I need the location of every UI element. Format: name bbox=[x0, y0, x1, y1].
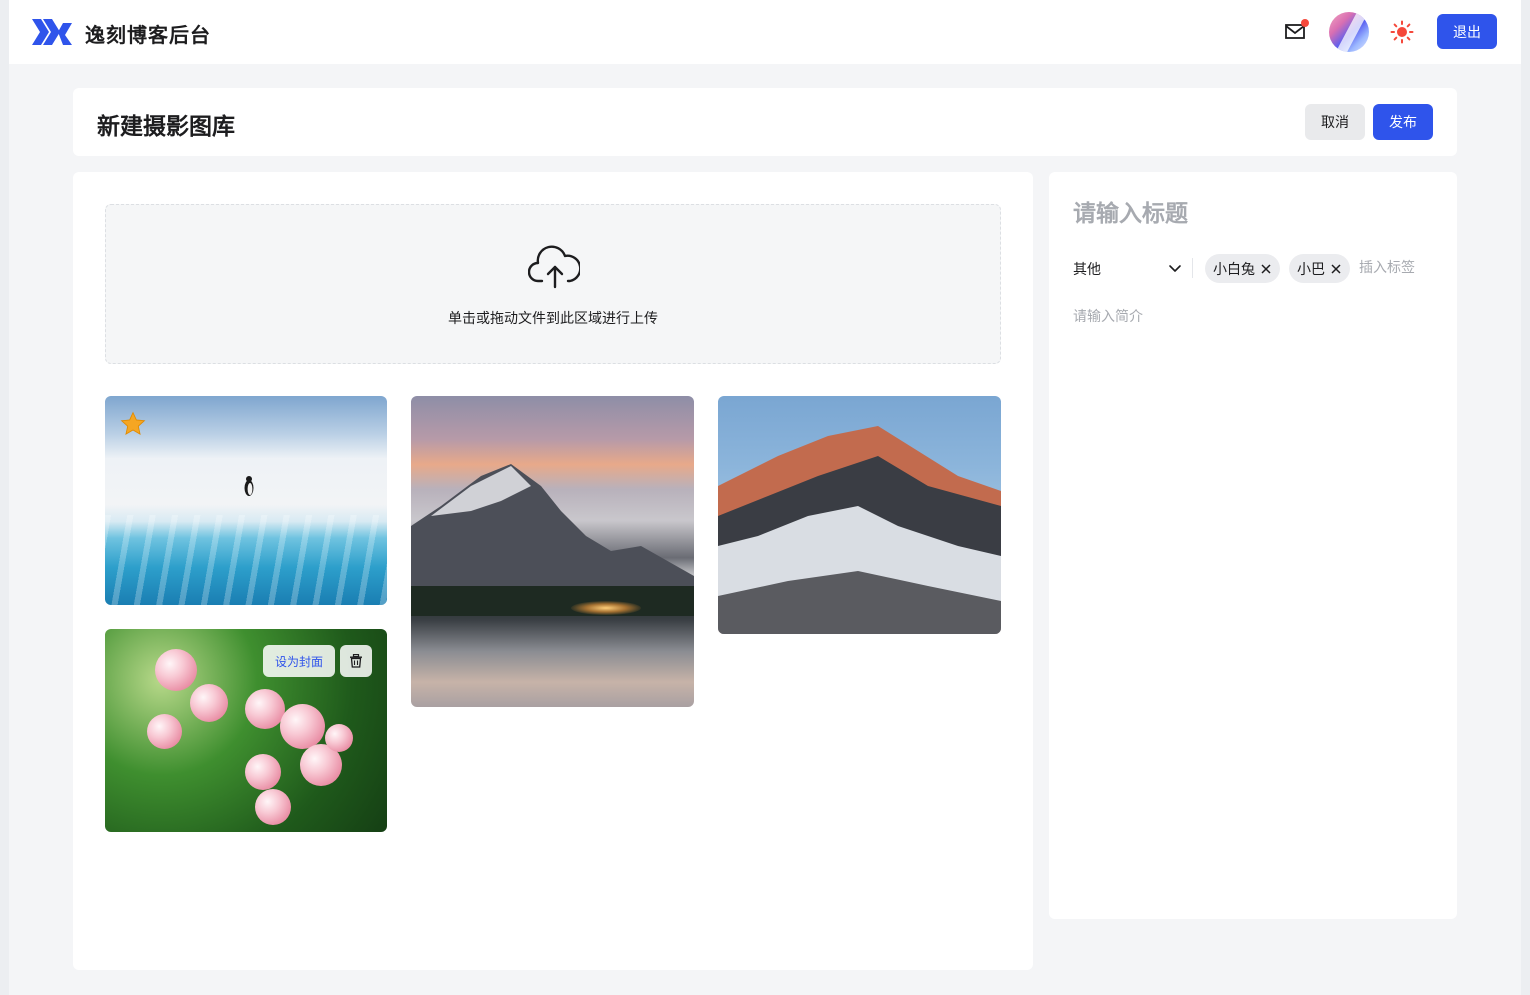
close-icon[interactable] bbox=[1260, 263, 1272, 275]
grape bbox=[147, 714, 182, 749]
divider bbox=[1192, 258, 1193, 278]
peak-silhouette bbox=[718, 426, 1001, 634]
tag-chip: 小白兔 bbox=[1205, 254, 1280, 283]
trash-icon bbox=[350, 654, 362, 668]
tag-chip: 小巴 bbox=[1289, 254, 1350, 283]
logo-icon[interactable] bbox=[32, 19, 72, 45]
close-icon[interactable] bbox=[1330, 263, 1342, 275]
upload-hint: 单击或拖动文件到此区域进行上传 bbox=[448, 311, 658, 327]
cancel-button[interactable]: 取消 bbox=[1305, 104, 1365, 140]
delete-photo-button[interactable] bbox=[340, 645, 372, 677]
avatar[interactable] bbox=[1329, 12, 1369, 52]
tag-input[interactable] bbox=[1359, 257, 1439, 279]
tag-label: 小巴 bbox=[1297, 261, 1325, 278]
grape bbox=[280, 704, 325, 749]
grape bbox=[325, 724, 353, 752]
publish-button[interactable]: 发布 bbox=[1373, 104, 1433, 140]
grape bbox=[155, 649, 197, 691]
right-edge bbox=[1521, 0, 1530, 995]
grape bbox=[245, 754, 281, 790]
grape bbox=[255, 789, 291, 825]
sunset-glow bbox=[571, 601, 641, 615]
cloud-upload-icon bbox=[528, 245, 580, 289]
title-input[interactable] bbox=[1073, 194, 1433, 234]
page-title: 新建摄影图库 bbox=[97, 114, 235, 140]
intro-textarea[interactable] bbox=[1073, 306, 1433, 886]
glacier-texture bbox=[105, 515, 387, 605]
star-icon[interactable] bbox=[120, 411, 146, 437]
chevron-down-icon bbox=[1169, 265, 1181, 272]
upload-dropzone[interactable]: 单击或拖动文件到此区域进行上传 bbox=[105, 204, 1001, 364]
grape bbox=[190, 684, 228, 722]
left-edge bbox=[0, 0, 9, 995]
page-header: 新建摄影图库 取消 发布 bbox=[73, 88, 1457, 156]
photo-penguin[interactable] bbox=[105, 396, 387, 605]
category-select[interactable]: 其他 bbox=[1073, 256, 1193, 280]
meta-panel: 其他 小白兔 小巴 bbox=[1049, 172, 1457, 919]
sun-icon[interactable] bbox=[1390, 20, 1414, 44]
brand-name: 逸刻博客后台 bbox=[85, 23, 211, 47]
photo-grapes[interactable]: 设为封面 bbox=[105, 629, 387, 832]
photo-mountain-lake[interactable] bbox=[411, 396, 694, 707]
tag-label: 小白兔 bbox=[1213, 261, 1255, 278]
category-value: 其他 bbox=[1073, 262, 1101, 278]
top-navbar: 逸刻博客后台 退出 bbox=[9, 0, 1521, 64]
mountain-silhouette bbox=[411, 464, 694, 616]
penguin-figure bbox=[244, 476, 254, 496]
grape bbox=[245, 689, 285, 729]
notification-dot bbox=[1301, 19, 1309, 27]
logout-button[interactable]: 退出 bbox=[1437, 14, 1497, 49]
photo-snow-peak[interactable] bbox=[718, 396, 1001, 634]
gallery-editor: 单击或拖动文件到此区域进行上传 设为封面 bbox=[73, 172, 1033, 970]
set-cover-button[interactable]: 设为封面 bbox=[263, 645, 335, 677]
